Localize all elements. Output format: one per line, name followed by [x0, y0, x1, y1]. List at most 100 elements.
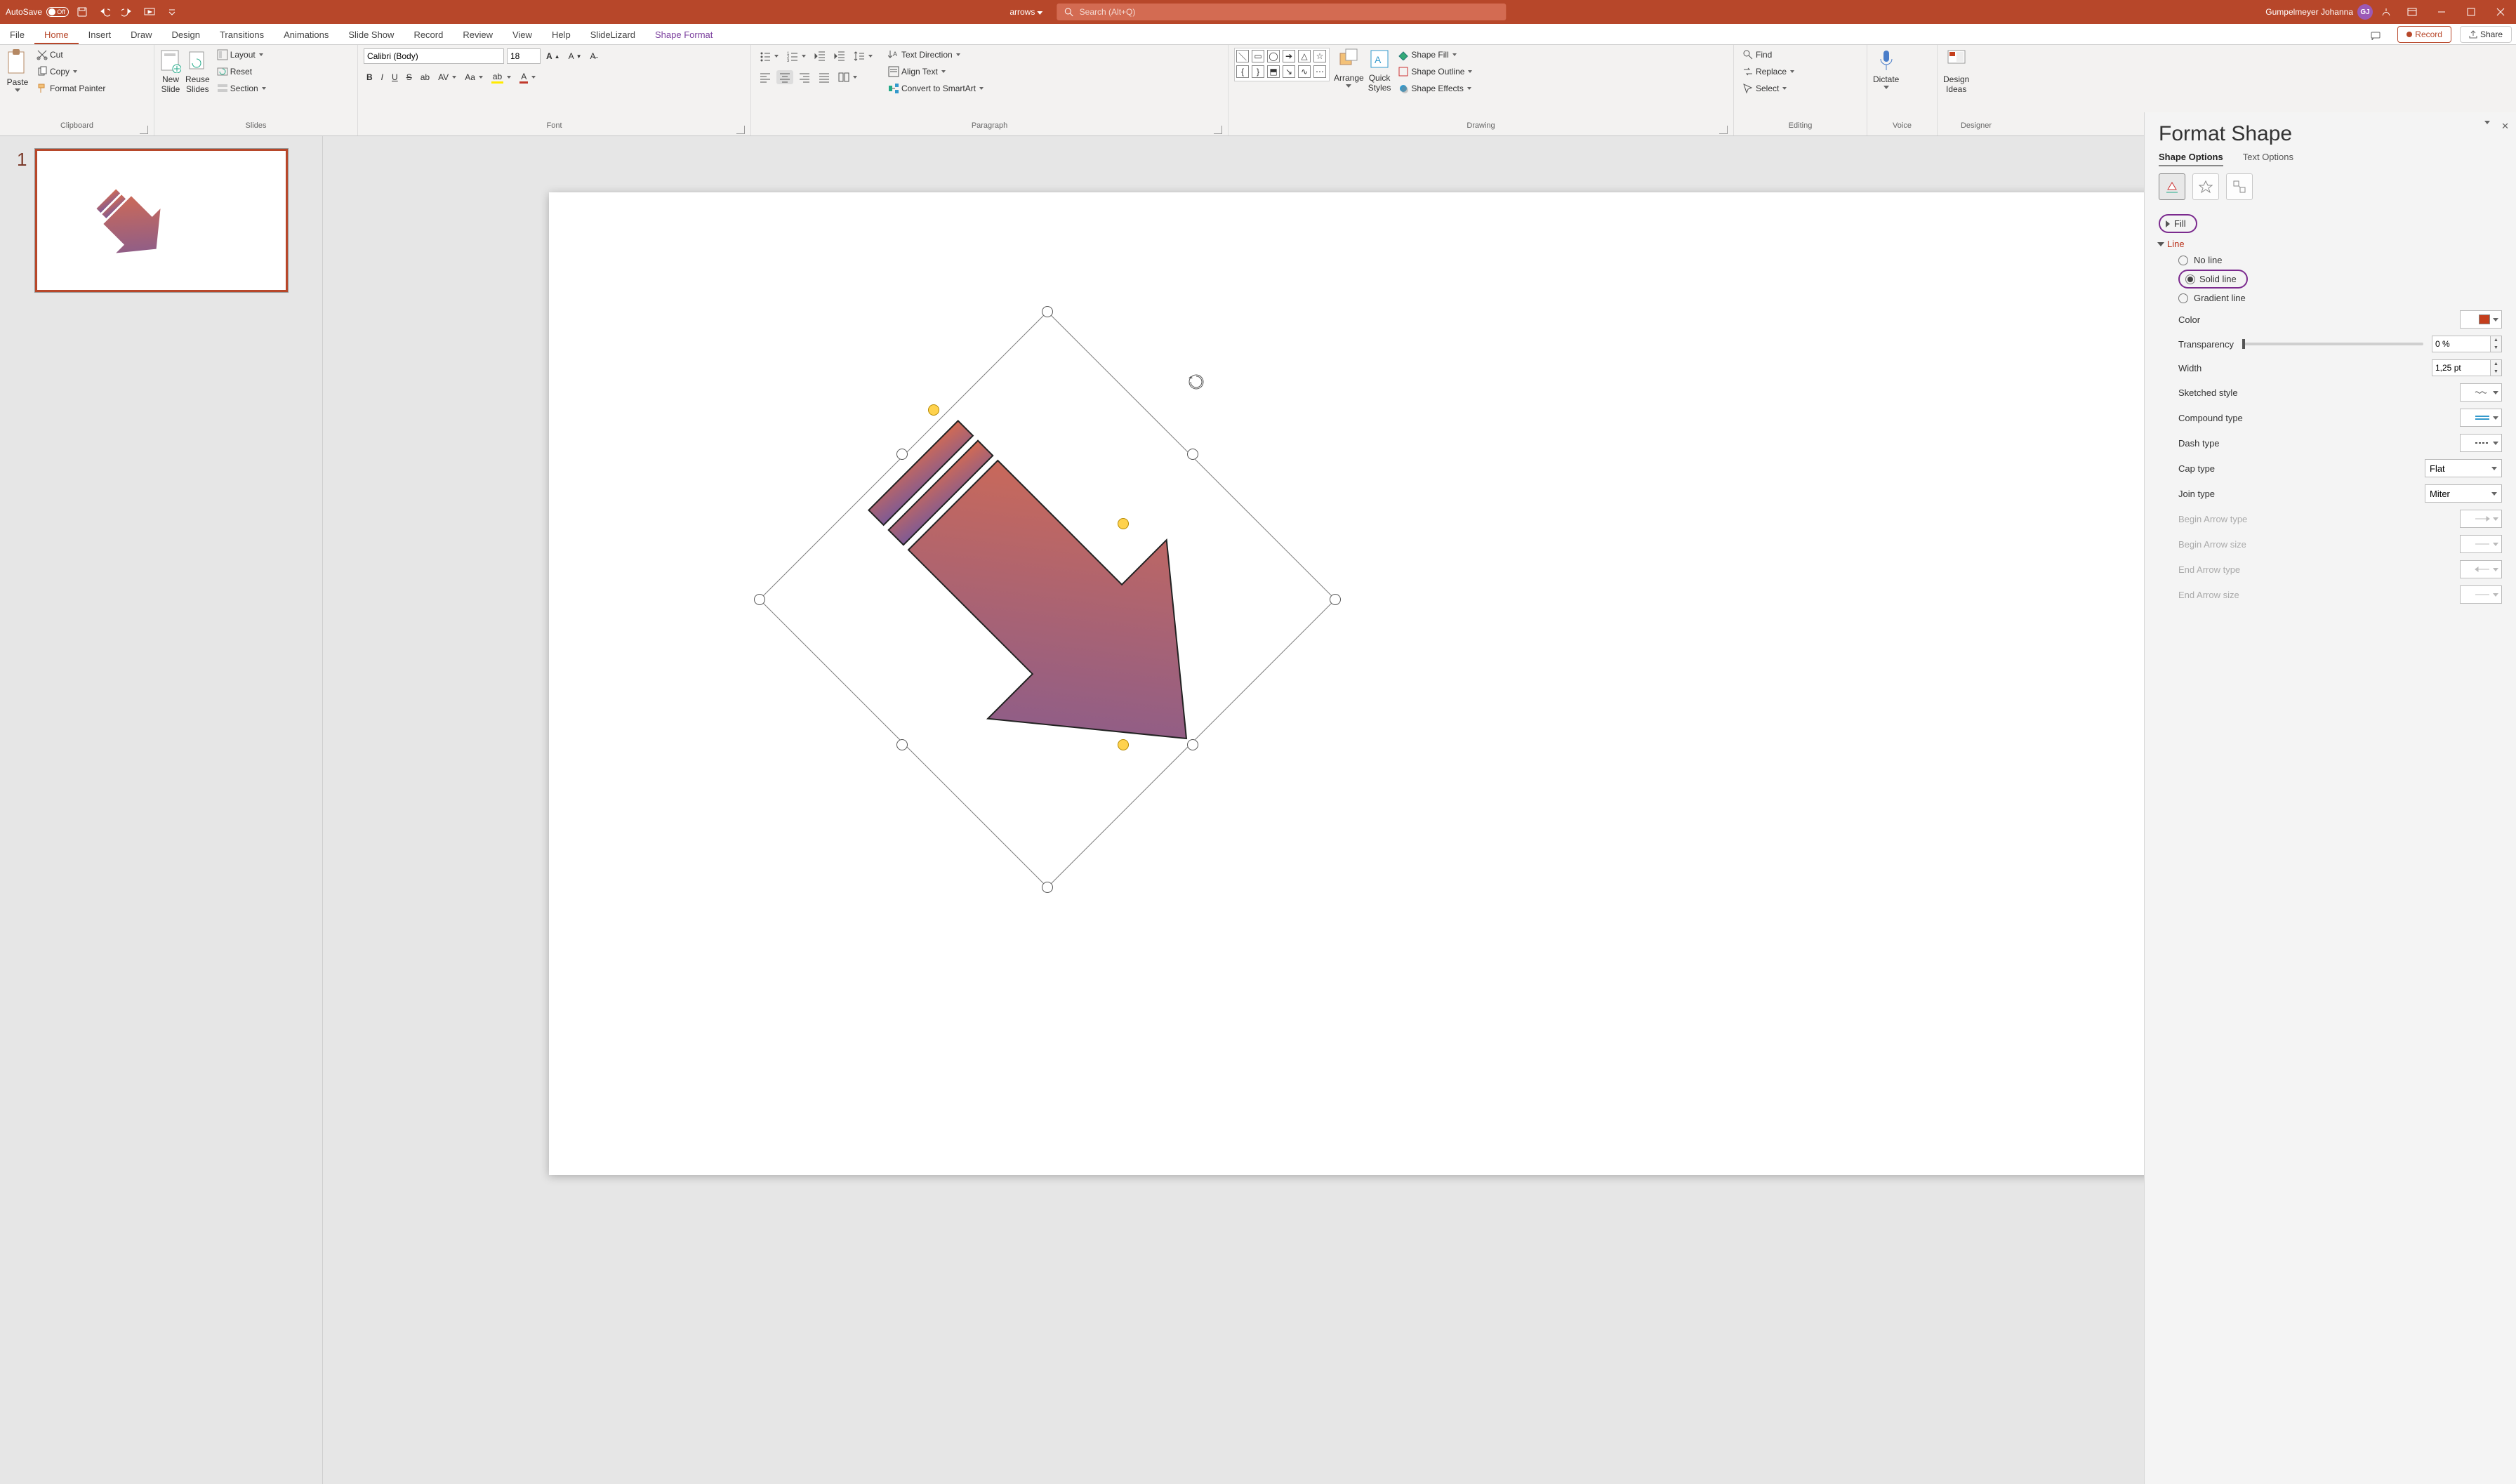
slide[interactable] [549, 192, 2290, 1175]
pane-tab-shape-options[interactable]: Shape Options [2159, 152, 2223, 166]
format-painter-button[interactable]: Format Painter [34, 81, 108, 95]
align-right-button[interactable] [796, 70, 813, 84]
coming-soon-icon[interactable] [2377, 3, 2395, 21]
shape-arrow-icon[interactable]: ➔ [1283, 50, 1295, 62]
tab-animations[interactable]: Animations [274, 25, 338, 44]
font-size-combo[interactable] [507, 48, 541, 64]
tab-record[interactable]: Record [404, 25, 453, 44]
tab-draw[interactable]: Draw [121, 25, 161, 44]
handle-se[interactable] [1187, 739, 1198, 750]
radio-no-line[interactable]: No line [2178, 255, 2502, 265]
find-button[interactable]: Find [1740, 48, 1797, 62]
tab-view[interactable]: View [503, 25, 542, 44]
tab-transitions[interactable]: Transitions [210, 25, 274, 44]
section-button[interactable]: Section [214, 81, 269, 95]
save-icon[interactable] [73, 3, 91, 21]
width-input[interactable] [2432, 359, 2491, 376]
paste-button[interactable]: Paste [6, 48, 29, 92]
align-text-button[interactable]: Align Text [885, 65, 986, 79]
shape-more-icon[interactable]: ⋯ [1313, 65, 1326, 78]
font-name-combo[interactable] [364, 48, 504, 64]
cut-button[interactable]: Cut [34, 48, 108, 62]
present-icon[interactable] [140, 3, 159, 21]
shape-outline-button[interactable]: Shape Outline [1395, 65, 1475, 79]
transparency-slider[interactable] [2242, 343, 2423, 345]
join-combo[interactable]: Miter [2425, 484, 2502, 503]
copy-button[interactable]: Copy [34, 65, 108, 79]
italic-button[interactable]: I [378, 71, 386, 84]
handle-n[interactable] [1042, 306, 1053, 317]
underline-button[interactable]: U [389, 71, 401, 84]
numbering-button[interactable]: 123 [784, 49, 809, 63]
change-case-button[interactable]: Aa [462, 71, 486, 84]
document-title[interactable]: arrows [1009, 7, 1042, 17]
tab-shape-format[interactable]: Shape Format [645, 25, 722, 44]
tab-file[interactable]: File [0, 25, 34, 44]
transparency-input[interactable] [2432, 336, 2491, 352]
font-color-button[interactable]: A [517, 70, 538, 85]
tab-insert[interactable]: Insert [79, 25, 121, 44]
shape-connector-icon[interactable]: ↘ [1283, 65, 1295, 78]
section-fill[interactable]: Fill [2159, 214, 2502, 233]
handle-sw[interactable] [896, 739, 908, 750]
pane-tab-text-options[interactable]: Text Options [2243, 152, 2293, 166]
cap-combo[interactable]: Flat [2425, 459, 2502, 477]
bold-button[interactable]: B [364, 71, 376, 84]
handle-s[interactable] [1042, 882, 1053, 893]
minimize-icon[interactable] [2429, 0, 2454, 24]
font-launcher[interactable] [736, 126, 745, 134]
tab-design[interactable]: Design [162, 25, 210, 44]
line-color-button[interactable] [2460, 310, 2502, 329]
shape-lbrace-icon[interactable]: { [1236, 65, 1249, 78]
arrange-button[interactable]: Arrange [1334, 48, 1364, 88]
shape-tri-icon[interactable]: △ [1298, 50, 1311, 62]
qat-more-icon[interactable] [163, 3, 181, 21]
align-center-button[interactable] [776, 70, 793, 84]
layout-button[interactable]: Layout [214, 48, 269, 62]
user-name[interactable]: Gumpelmeyer Johanna [2265, 7, 2353, 17]
paragraph-launcher[interactable] [1214, 126, 1222, 134]
tab-review[interactable]: Review [453, 25, 503, 44]
shape-fill-button[interactable]: Shape Fill [1395, 48, 1475, 62]
shape-oval-icon[interactable]: ◯ [1267, 50, 1280, 62]
tab-slideshow[interactable]: Slide Show [338, 25, 404, 44]
smartart-button[interactable]: Convert to SmartArt [885, 81, 986, 95]
text-direction-button[interactable]: AText Direction [885, 48, 986, 62]
selected-shape[interactable] [731, 284, 1363, 915]
pane-close-button[interactable]: ✕ [2501, 121, 2509, 132]
handle-adj3[interactable] [1118, 739, 1129, 750]
autosave-switch[interactable]: Off [46, 7, 69, 17]
shape-rbrace-icon[interactable]: } [1252, 65, 1264, 78]
redo-icon[interactable] [118, 3, 136, 21]
pane-options-button[interactable] [2484, 121, 2490, 124]
increase-indent-button[interactable] [831, 49, 848, 63]
compound-button[interactable] [2460, 409, 2502, 427]
shape-star-icon[interactable]: ☆ [1313, 50, 1326, 62]
search-box[interactable] [1057, 4, 1507, 20]
autosave-toggle[interactable]: AutoSave Off [6, 7, 69, 17]
handle-w[interactable] [754, 594, 765, 605]
line-spacing-button[interactable] [851, 49, 875, 63]
strike-button[interactable]: S [404, 71, 415, 84]
transparency-spinner[interactable]: ▲▼ [2491, 336, 2502, 352]
share-button[interactable]: Share [2460, 26, 2512, 43]
clear-format-button[interactable]: A̶ [588, 50, 599, 62]
rotate-handle[interactable] [1186, 372, 1206, 392]
dictate-button[interactable]: Dictate [1873, 48, 1899, 89]
shrink-font-button[interactable]: A▼ [566, 50, 585, 62]
pane-size-icon[interactable] [2226, 173, 2253, 200]
undo-icon[interactable] [95, 3, 114, 21]
reuse-slides-button[interactable]: Reuse Slides [185, 48, 210, 94]
handle-e[interactable] [1330, 594, 1341, 605]
record-button[interactable]: Record [2397, 26, 2451, 43]
width-spinner[interactable]: ▲▼ [2491, 359, 2502, 376]
comments-button[interactable] [2362, 29, 2389, 43]
user-avatar[interactable]: GJ [2357, 4, 2373, 20]
drawing-launcher[interactable] [1719, 126, 1728, 134]
pane-effects-icon[interactable] [2192, 173, 2219, 200]
grow-font-button[interactable]: A▲ [543, 50, 563, 62]
decrease-indent-button[interactable] [812, 49, 828, 63]
shadow-button[interactable]: ab [418, 71, 432, 84]
highlight-button[interactable]: ab [489, 70, 514, 85]
handle-adj1[interactable] [928, 404, 939, 416]
